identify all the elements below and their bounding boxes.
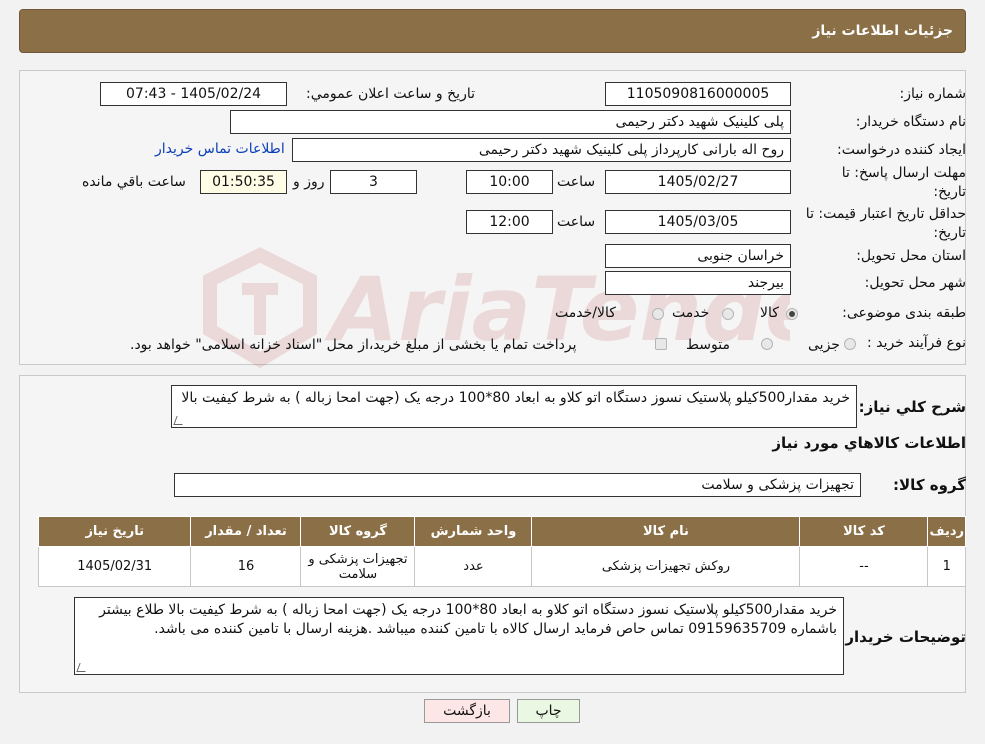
table-row: 1 -- روکش تجهیزات پزشکی عدد تجهیزات پزشک… (37, 546, 966, 587)
city-field: بیرجند (605, 271, 791, 295)
category-option-service: خدمت (672, 305, 710, 321)
category-option-goods: کالا (760, 305, 779, 321)
goods-group-field: تجهیزات پزشکی و سلامت (174, 473, 861, 497)
need-number-field: 1105090816000005 (605, 82, 791, 106)
col-date-header: تاريخ نياز (37, 516, 192, 547)
buyer-org-label: نام دستگاه خریدار: (855, 114, 966, 130)
reply-deadline-date: 1405/02/27 (605, 170, 791, 194)
summary-textarea[interactable]: خرید مقدار500کیلو پلاستیک نسوز دستگاه ات… (171, 385, 857, 428)
summary-text: خرید مقدار500کیلو پلاستیک نسوز دستگاه ات… (181, 390, 850, 406)
city-label: شهر محل تحویل: (864, 275, 966, 291)
cell-qty: 16 (190, 546, 302, 587)
goods-table: رديف کد کالا نام کالا واحد شمارش گروه کا… (37, 516, 966, 587)
province-field: خراسان جنوبی (605, 244, 791, 268)
reply-deadline-label-line1: مهلت ارسال پاسخ: تا (841, 165, 966, 181)
price-validity-time-label: ساعت (557, 214, 596, 230)
announce-datetime-field: 1405/02/24 - 07:43 (100, 82, 287, 106)
goods-group-label: گروه کالا: (893, 476, 966, 494)
price-validity-label-line1: حداقل تاریخ اعتبار قیمت: تا (805, 206, 966, 222)
reply-deadline-time: 10:00 (466, 170, 553, 194)
buyer-contact-link[interactable]: اطلاعات تماس خریدار (155, 141, 285, 157)
category-label: طبقه بندی موضوعی: (842, 305, 966, 321)
cell-group: تجهیزات پزشکی و سلامت (300, 546, 416, 587)
price-validity-time: 12:00 (466, 210, 553, 234)
page-header: جزئیات اطلاعات نیاز (19, 9, 966, 53)
announce-datetime-label: تاریخ و ساعت اعلان عمومي: (306, 86, 475, 102)
remaining-label: ساعت باقي مانده (82, 174, 186, 190)
col-row-header: رديف (927, 516, 966, 547)
buyer-notes-text: خرید مقدار500کیلو پلاستیک نسوز دستگاه ات… (99, 602, 837, 637)
price-validity-date: 1405/03/05 (605, 210, 791, 234)
requester-label: ایجاد کننده درخواست: (837, 142, 966, 158)
print-button[interactable]: چاپ (517, 699, 580, 723)
purchase-type-option-medium: متوسط (686, 337, 730, 353)
category-radio-goods[interactable] (786, 308, 798, 320)
purchase-type-option-minor: جزیی (808, 337, 840, 353)
col-code-header: کد کالا (799, 516, 929, 547)
col-qty-header: تعداد / مقدار (190, 516, 302, 547)
treasury-note: پرداخت تمام یا بخشی از مبلغ خرید،از محل … (130, 337, 577, 353)
reply-deadline-label-line2: تاریخ: (933, 184, 966, 200)
col-unit-header: واحد شمارش (414, 516, 533, 547)
resize-handle-icon[interactable] (173, 416, 186, 425)
page-title: جزئیات اطلاعات نیاز (812, 23, 953, 39)
resize-handle-icon[interactable] (76, 663, 89, 672)
purchase-type-radio-minor[interactable] (844, 338, 856, 350)
buyer-notes-label: توضیحات خریدار: (839, 628, 966, 646)
col-name-header: نام کالا (531, 516, 801, 547)
cell-code: -- (799, 546, 929, 587)
days-label: روز و (293, 174, 325, 190)
purchase-type-radio-medium[interactable] (761, 338, 773, 350)
remaining-time: 01:50:35 (200, 170, 287, 194)
buyer-notes-textarea[interactable]: خرید مقدار500کیلو پلاستیک نسوز دستگاه ات… (74, 597, 844, 675)
cell-name: روکش تجهیزات پزشکی (531, 546, 801, 587)
cell-row: 1 (927, 546, 966, 587)
category-option-goods-service: کالا/خدمت (555, 305, 616, 321)
price-validity-label-line2: تاریخ: (933, 225, 966, 241)
reply-deadline-time-label: ساعت (557, 174, 596, 190)
requester-field: روح اله بارانی کارپرداز پلی کلینیک شهید … (292, 138, 791, 162)
col-group-header: گروه کالا (300, 516, 416, 547)
province-label: استان محل تحویل: (856, 248, 966, 264)
summary-label: شرح کلي نياز: (858, 398, 966, 416)
cell-date: 1405/02/31 (37, 546, 192, 587)
reply-deadline-days: 3 (330, 170, 417, 194)
table-header-row: رديف کد کالا نام کالا واحد شمارش گروه کا… (37, 516, 966, 547)
purchase-type-label: نوع فرآیند خرید : (867, 335, 966, 351)
treasury-checkbox[interactable] (655, 338, 667, 350)
goods-section-title: اطلاعات کالاهاي مورد نياز (772, 434, 966, 452)
category-radio-goods-service[interactable] (652, 308, 664, 320)
back-button[interactable]: بازگشت (424, 699, 510, 723)
category-radio-service[interactable] (722, 308, 734, 320)
need-number-label: شماره نیاز: (899, 86, 967, 102)
cell-unit: عدد (414, 546, 533, 587)
buyer-org-field: پلی کلینیک شهید دکتر رحیمی (230, 110, 791, 134)
